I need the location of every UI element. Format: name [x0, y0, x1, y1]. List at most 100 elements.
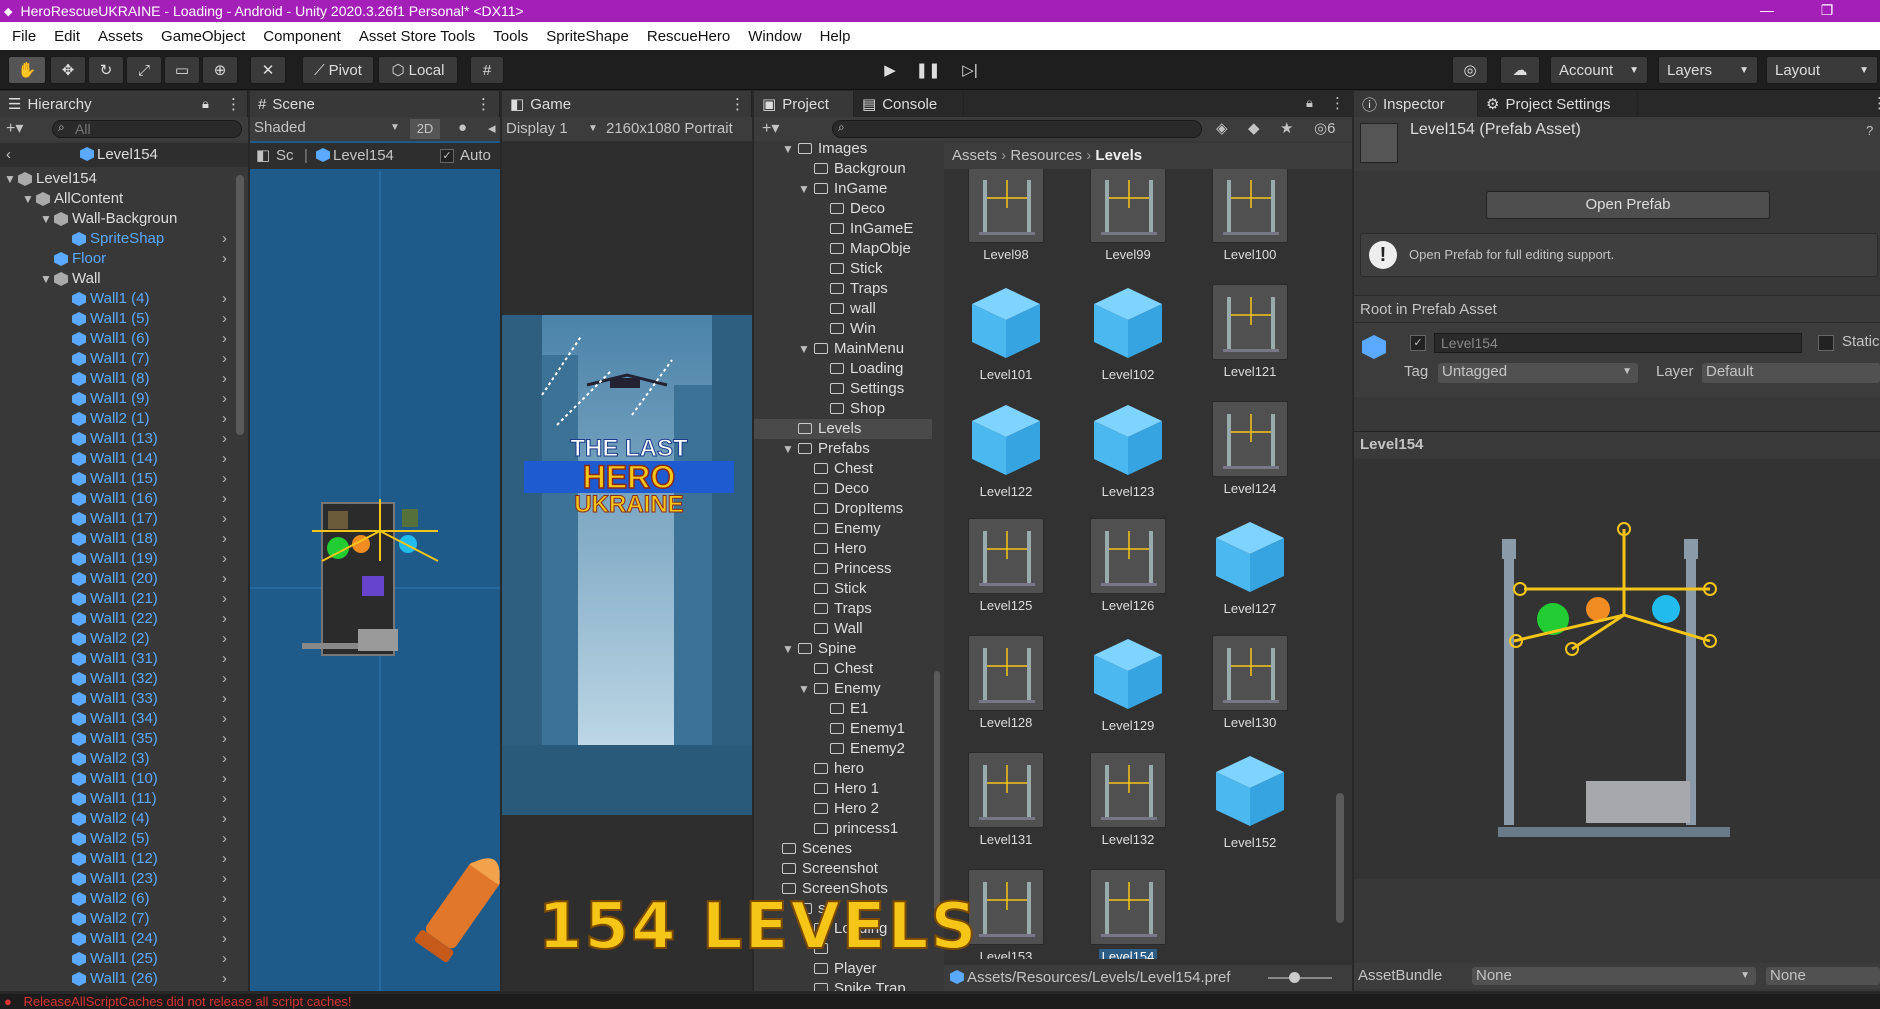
tab-scene[interactable]: # Scene ⋮: [250, 91, 500, 117]
chevron-right-icon[interactable]: ›: [222, 809, 227, 829]
chevron-right-icon[interactable]: ›: [222, 249, 227, 269]
hierarchy-item[interactable]: Wall1 (21) ›: [0, 589, 234, 609]
asset-item[interactable]: Level123: [1078, 401, 1178, 499]
chevron-right-icon[interactable]: ›: [222, 509, 227, 529]
hierarchy-item[interactable]: Wall2 (6) ›: [0, 889, 234, 909]
folder-item[interactable]: Spike Trap: [754, 979, 932, 991]
folder-item[interactable]: DropItems: [754, 499, 932, 519]
chevron-right-icon[interactable]: ›: [222, 969, 227, 989]
hierarchy-item[interactable]: Wall1 (23) ›: [0, 869, 234, 889]
chevron-right-icon[interactable]: ›: [222, 749, 227, 769]
rotate-tool-button[interactable]: ↻: [88, 56, 124, 84]
layers-dropdown[interactable]: Layers ▼: [1658, 56, 1758, 84]
breadcrumb-item[interactable]: Assets: [952, 147, 997, 164]
tag-dropdown[interactable]: Untagged ▼: [1438, 363, 1638, 383]
hierarchy-item[interactable]: Wall1 (24) ›: [0, 929, 234, 949]
menu-item-asset-store-tools[interactable]: Asset Store Tools: [353, 28, 481, 45]
chevron-right-icon[interactable]: ›: [222, 569, 227, 589]
hierarchy-item[interactable]: Wall1 (9) ›: [0, 389, 234, 409]
hierarchy-item[interactable]: Wall1 (19) ›: [0, 549, 234, 569]
menu-item-help[interactable]: Help: [814, 28, 857, 45]
step-button[interactable]: ▷|: [953, 56, 987, 84]
chevron-right-icon[interactable]: ›: [222, 349, 227, 369]
hierarchy-item[interactable]: ▼ Wall-Backgroun: [0, 209, 234, 229]
folder-item[interactable]: Shop: [754, 399, 932, 419]
folder-item[interactable]: Backgroun: [754, 159, 932, 179]
mode-2d-toggle[interactable]: 2D: [410, 119, 440, 139]
folder-item[interactable]: Deco: [754, 479, 932, 499]
expand-arrow-icon[interactable]: ▼: [798, 339, 810, 359]
lock-icon[interactable]: 🔒︎: [202, 96, 209, 112]
hierarchy-item[interactable]: Wall1 (26) ›: [0, 969, 234, 989]
chevron-right-icon[interactable]: ›: [222, 549, 227, 569]
object-name-field[interactable]: [1434, 333, 1802, 353]
tab-hierarchy[interactable]: ☰ Hierarchy 🔒︎ ⋮: [0, 91, 248, 117]
account-dropdown[interactable]: Account ▼: [1550, 56, 1648, 84]
asset-item[interactable]: Level121: [1200, 284, 1300, 379]
search-by-label-icon[interactable]: ◆: [1248, 119, 1260, 137]
folder-item[interactable]: wall: [754, 299, 932, 319]
chevron-right-icon[interactable]: ›: [222, 769, 227, 789]
hierarchy-item[interactable]: Wall2 (1) ›: [0, 409, 234, 429]
folder-item[interactable]: Screenshot: [754, 859, 932, 879]
asset-item[interactable]: Level128: [956, 635, 1056, 730]
chevron-right-icon[interactable]: ›: [222, 929, 227, 949]
folder-item[interactable]: Loading: [754, 359, 932, 379]
hierarchy-item[interactable]: Floor ›: [0, 249, 234, 269]
prefab-preview[interactable]: [1354, 459, 1880, 879]
tab-game[interactable]: ◧ Game ⋮: [502, 91, 752, 117]
local-toggle[interactable]: ⬡ Local: [378, 56, 458, 84]
layer-dropdown[interactable]: Default: [1702, 363, 1880, 383]
folder-item[interactable]: Chest: [754, 659, 932, 679]
asset-item[interactable]: Level102: [1078, 284, 1178, 382]
folder-item[interactable]: Chest: [754, 459, 932, 479]
chevron-right-icon[interactable]: ›: [222, 449, 227, 469]
hierarchy-item[interactable]: Wall2 (3) ›: [0, 749, 234, 769]
static-checkbox[interactable]: [1818, 335, 1834, 351]
folder-item[interactable]: Enemy2: [754, 739, 932, 759]
hierarchy-item[interactable]: Wall1 (4) ›: [0, 289, 234, 309]
folder-item[interactable]: MapObje: [754, 239, 932, 259]
move-tool-button[interactable]: ✥: [50, 56, 86, 84]
asset-item[interactable]: Level154: [1078, 869, 1178, 959]
folder-item[interactable]: Enemy1: [754, 719, 932, 739]
grid-snap-button[interactable]: #: [470, 56, 504, 84]
project-search-input[interactable]: [832, 120, 1202, 138]
asset-item[interactable]: Level126: [1078, 518, 1178, 613]
expand-arrow-icon[interactable]: ▼: [22, 189, 34, 209]
hierarchy-item[interactable]: Wall1 (17) ›: [0, 509, 234, 529]
folder-item[interactable]: Levels: [754, 419, 932, 439]
asset-item[interactable]: Level101: [956, 284, 1056, 382]
game-view[interactable]: [502, 315, 752, 815]
hierarchy-item[interactable]: Wall1 (6) ›: [0, 329, 234, 349]
zoom-slider[interactable]: [1268, 977, 1332, 979]
restore-button[interactable]: ❐: [1812, 0, 1842, 22]
menu-item-component[interactable]: Component: [257, 28, 347, 45]
asset-item[interactable]: Level131: [956, 752, 1056, 847]
hierarchy-item[interactable]: SpriteShap ›: [0, 229, 234, 249]
chevron-right-icon[interactable]: ›: [222, 429, 227, 449]
hierarchy-item[interactable]: Wall1 (22) ›: [0, 609, 234, 629]
menu-item-file[interactable]: File: [6, 28, 42, 45]
search-by-type-icon[interactable]: ◈: [1216, 119, 1228, 137]
hierarchy-item[interactable]: Wall1 (25) ›: [0, 949, 234, 969]
menu-item-rescuehero[interactable]: RescueHero: [641, 28, 736, 45]
asset-item[interactable]: Level125: [956, 518, 1056, 613]
hierarchy-item[interactable]: Wall1 (15) ›: [0, 469, 234, 489]
folder-item[interactable]: Deco: [754, 199, 932, 219]
hierarchy-item[interactable]: ▼ AllContent: [0, 189, 234, 209]
play-button[interactable]: ▶: [873, 56, 907, 84]
folder-item[interactable]: ▼ Enemy: [754, 679, 932, 699]
folder-item[interactable]: Hero 1: [754, 779, 932, 799]
menu-item-assets[interactable]: Assets: [92, 28, 149, 45]
hand-tool-button[interactable]: ✋: [8, 56, 46, 84]
more-icon[interactable]: ⋮: [1872, 94, 1880, 112]
folder-item[interactable]: Traps: [754, 279, 932, 299]
display-dropdown[interactable]: Display 1 ▼: [506, 117, 600, 141]
hierarchy-item[interactable]: Wall2 (5) ›: [0, 829, 234, 849]
asset-item[interactable]: Level132: [1078, 752, 1178, 847]
open-prefab-button[interactable]: Open Prefab: [1486, 191, 1770, 219]
hierarchy-item[interactable]: Wall1 (14) ›: [0, 449, 234, 469]
chevron-right-icon[interactable]: ›: [222, 669, 227, 689]
rect-tool-button[interactable]: ▭: [164, 56, 200, 84]
